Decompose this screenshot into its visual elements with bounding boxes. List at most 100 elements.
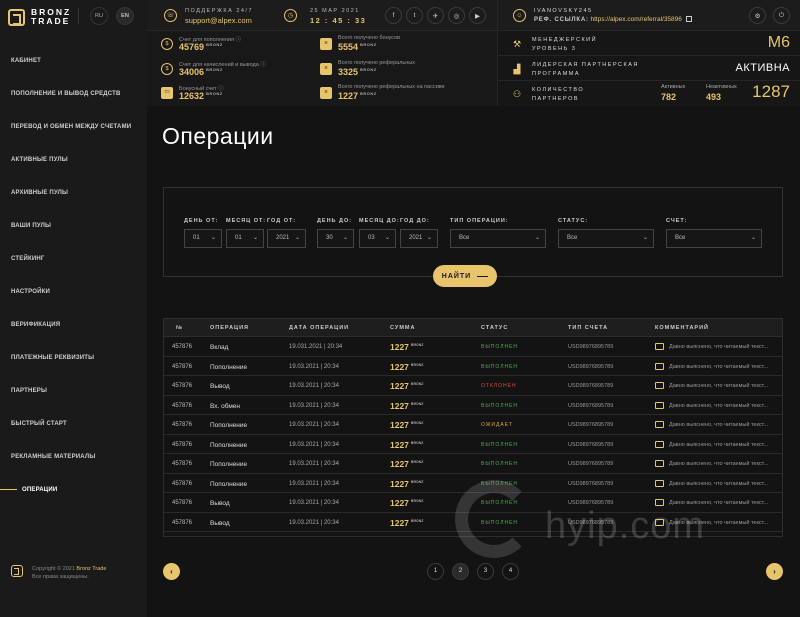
comment-icon[interactable] [655,382,664,389]
cell-op: Пополнение [210,441,248,449]
col-amount-header: СУММА [390,325,416,331]
cell-date: 19.031.2021 | 20:34 [289,344,343,350]
chevron-down-icon: ⌄ [534,235,540,241]
comment-icon[interactable] [655,401,664,409]
sidebar-item-2[interactable]: ПЕРЕВОД И ОБМЕН МЕЖДУ СЧЕТАМИ [0,110,147,143]
youtube-icon[interactable]: ▶ [469,7,486,24]
cell-date: 19.03.2021 | 20:34 [289,480,339,487]
support-email[interactable]: support@alpex.com [185,16,252,25]
op-type-label: ТИП ОПЕРАЦИИ: [450,218,509,224]
cell-amount: 1227 BRONZ [390,517,424,528]
telegram-icon[interactable]: ✈ [427,7,444,24]
cell-amount: 1227 BRONZ [390,342,424,352]
inactive-partners-label: Неактивных [706,84,737,90]
chevron-down-icon: ⌄ [426,235,432,241]
sidebar-item-10[interactable]: ПАРТНЕРЫ [0,374,147,407]
chart-icon: ▟ [513,64,521,74]
year-from-label: ГОД ОТ: [267,218,297,224]
year-from-select[interactable]: 2021 ⌄ [267,229,306,248]
lang-ru-button[interactable]: RU [90,7,108,25]
find-button[interactable]: НАЙТИ [433,265,497,287]
coins-icon: ≡ [320,87,332,99]
sidebar-item-12[interactable]: РЕКЛАМНЫЕ МАТЕРИАЛЫ [0,440,147,473]
twitter-icon[interactable]: t [406,7,423,24]
table-row[interactable]: 457876 Вклад 19.031.2021 | 20:34 1227 BRONZ В… [164,337,782,357]
cell-comment: Давно выяснено, что читаемый текст... [669,422,769,428]
sidebar-item-0[interactable]: КАБИНЕТ [0,44,147,77]
next-page-button[interactable]: › [766,563,783,580]
comment-icon[interactable] [655,343,664,350]
cell-op: Вывод [210,383,230,390]
month-to-select[interactable]: 03 ⌄ [359,229,396,248]
day-to-select[interactable]: 30 ⌄ [317,229,354,248]
chevron-down-icon: ⌄ [252,235,258,241]
cell-op: Вывод [210,500,230,507]
logo-icon [8,8,25,26]
page-1-button[interactable]: 1 [427,563,444,580]
comment-icon[interactable] [655,479,664,487]
logo-icon [11,565,23,577]
comment-icon[interactable] [655,362,664,370]
col-operation-header: ОПЕРАЦИЯ [210,325,249,331]
comment-icon[interactable] [655,421,664,428]
sidebar: BRONZ TRADE RU EN КАБИНЕТ ПОПОЛНЕНИЕ И ВЫ… [0,0,147,617]
table-row[interactable]: 457876 Пополнение 19.03.2021 | 20:34 1227 BR… [164,415,782,435]
comment-icon[interactable] [655,460,664,467]
sidebar-item-9[interactable]: ПЛАТЕЖНЫЕ РЕКВИЗИТЫ [0,341,147,374]
table-row[interactable]: 457876 Вывод 19.03.2021 | 20:34 1227 BRONZ ОТ… [164,376,782,396]
sidebar-item-7[interactable]: НАСТРОЙКИ [0,275,147,308]
chevron-down-icon: ⌄ [384,235,390,241]
sidebar-item-3[interactable]: АКТИВНЫЕ ПУЛЫ [0,143,147,176]
account-label: СЧЕТ: [666,218,688,224]
ref-link[interactable]: https://alpex.com/referral/35896 [590,16,681,23]
table-row[interactable]: 457876 Пополнение 19.03.2021 | 20:34 1227 BR… [164,435,782,454]
power-icon[interactable]: ⏻ [773,7,790,24]
instagram-icon[interactable]: ◎ [448,7,465,24]
op-type-select[interactable]: Все ⌄ [450,229,546,248]
sidebar-item-5[interactable]: ВАШИ ПУЛЫ [0,209,147,242]
prev-page-button[interactable]: ‹ [163,563,180,580]
copy-icon[interactable] [685,16,692,23]
headset-icon: ☏ [164,9,177,22]
lang-en-button[interactable]: EN [116,7,134,25]
divider [78,8,79,24]
cell-date: 19.03.2021 | 20:34 [289,461,339,467]
table-row[interactable]: 457876 Вх. обмен 19.03.2021 | 20:34 1227 BRO… [164,396,782,415]
account-select[interactable]: Все ⌄ [666,229,762,248]
sidebar-item-11[interactable]: БЫСТРЫЙ СТАРТ [0,407,147,440]
stat-total-referral: ≡ Всего получено реферальных 3325 BRONZ [320,58,490,82]
page-4-button[interactable]: 4 [502,563,519,580]
cell-status: ВЫПОЛНЕН [481,344,519,350]
sidebar-item-8[interactable]: ВЕРИФИКАЦИЯ [0,308,147,341]
status-select[interactable]: Все ⌄ [558,229,654,248]
logo[interactable]: BRONZ TRADE [8,8,71,26]
cell-status: ВЫПОЛНЕН [481,402,519,409]
cell-op: Вх. обмен [210,402,240,410]
sidebar-item-13[interactable]: ОПЕРАЦИИ [0,473,147,506]
cell-id: 457876 [172,383,193,389]
cell-account: USD98976895789 [568,480,614,487]
table-row[interactable]: 457876 Пополнение 19.03.2021 | 20:34 1227 BR… [164,454,782,474]
cell-date: 19.03.2021 | 20:34 [289,500,339,506]
user-icon: ☺ [513,9,526,22]
year-to-select[interactable]: 2021 ⌄ [400,229,438,248]
cell-account: USD98976895789 [568,402,614,409]
sidebar-item-6[interactable]: СТЕЙКИНГ [0,242,147,275]
table-header: № ОПЕРАЦИЯ ДАТА ОПЕРАЦИИ СУММА СТАТУС ТИ… [164,319,782,337]
cell-amount: 1227 BRONZ [390,498,424,508]
chevron-down-icon: ⌄ [210,235,216,241]
page-2-button[interactable]: 2 [452,563,469,580]
gear-icon[interactable]: ⚙ [749,7,766,24]
day-from-select[interactable]: 01 ⌄ [184,229,222,248]
sidebar-item-1[interactable]: ПОПОЛНЕНИЕ И ВЫВОД СРЕДСТВ [0,77,147,110]
page-3-button[interactable]: 3 [477,563,494,580]
cell-comment: Давно выяснено, что читаемый текст... [669,363,769,370]
sidebar-item-4[interactable]: АРХИВНЫЕ ПУЛЫ [0,176,147,209]
col-status-header: СТАТУС [481,325,509,331]
facebook-icon[interactable]: f [385,7,402,24]
cell-comment: Давно выяснено, что читаемый текст... [669,441,769,448]
comment-icon[interactable] [655,440,664,448]
table-row[interactable]: 457876 Пополнение 19.03.2021 | 20:34 1227 BR… [164,357,782,376]
cell-account: USD98976895789 [568,461,614,467]
month-from-select[interactable]: 01 ⌄ [226,229,264,248]
